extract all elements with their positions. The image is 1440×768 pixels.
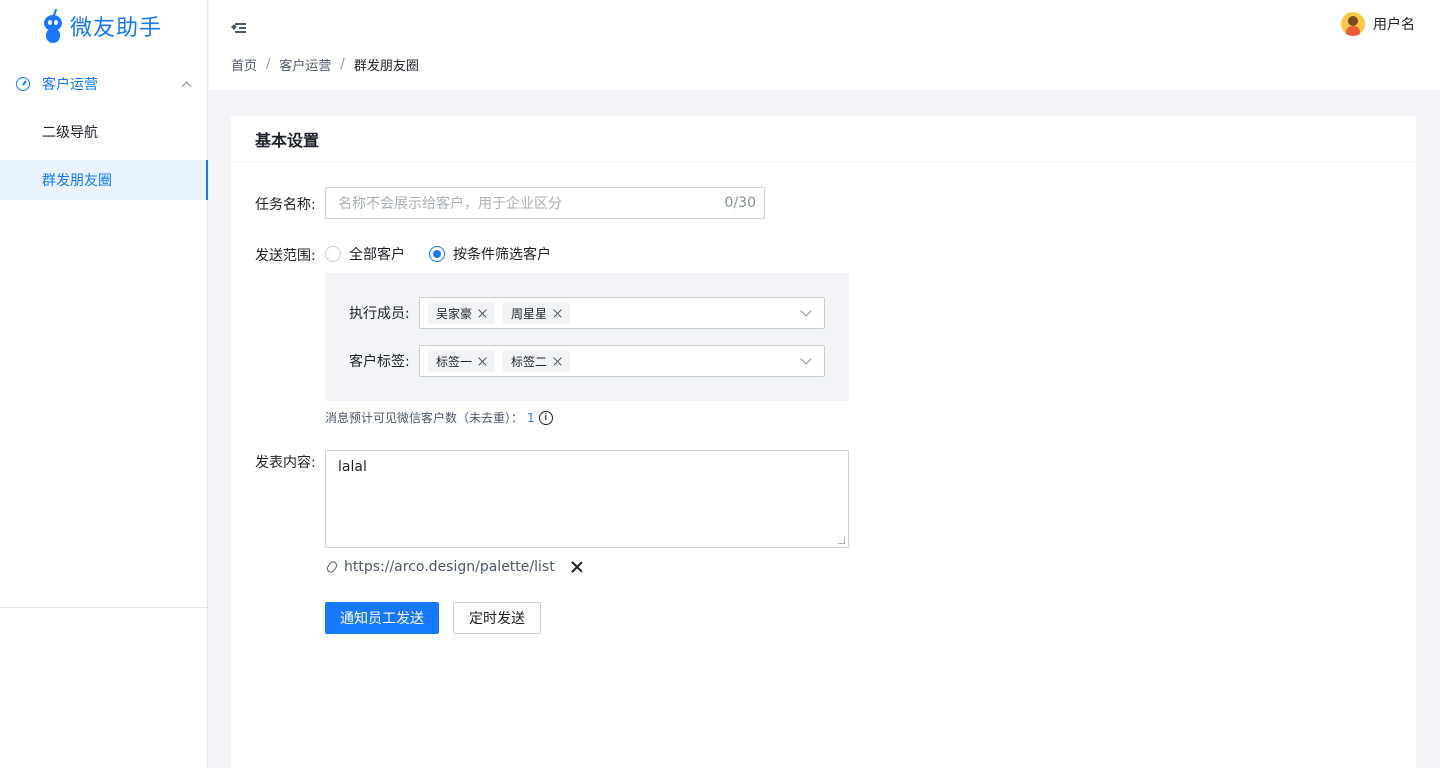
member-tag: 周星星 <box>503 302 571 324</box>
breadcrumb: 首页 / 客户运营 / 群发朋友圈 <box>231 55 419 74</box>
logo-mascot-icon <box>42 8 64 43</box>
chevron-up-icon <box>181 81 192 91</box>
sidebar: 微友助手 客户运营 二级导航 群发朋友圈 <box>0 0 208 768</box>
members-select[interactable]: 吴家豪 周星星 <box>419 297 825 329</box>
scope-label: 发送范围: <box>255 248 316 264</box>
menu-collapse-icon[interactable] <box>231 22 246 34</box>
sidebar-item-secondary-nav[interactable]: 二级导航 <box>0 108 208 156</box>
customer-tag: 标签二 <box>503 350 571 372</box>
sidebar-item-label: 二级导航 <box>42 125 98 141</box>
close-icon[interactable] <box>478 357 487 366</box>
breadcrumb-current: 群发朋友圈 <box>353 59 419 74</box>
breadcrumb-separator: / <box>266 57 271 72</box>
radio-filter-customers[interactable]: 按条件筛选客户 <box>429 244 551 264</box>
sidebar-divider <box>0 607 208 608</box>
paperclip-icon <box>325 559 339 575</box>
close-icon[interactable] <box>478 309 487 318</box>
schedule-send-button[interactable]: 定时发送 <box>453 602 541 634</box>
breadcrumb-separator: / <box>340 57 345 72</box>
tag-text: 标签二 <box>511 354 548 369</box>
radio-circle <box>429 246 445 262</box>
sidebar-group-label: 客户运营 <box>42 77 98 93</box>
members-label: 执行成员: <box>349 306 410 322</box>
task-name-input[interactable]: 名称不会展示给客户，用于企业区分 0/30 <box>325 187 765 219</box>
breadcrumb-home[interactable]: 首页 <box>231 55 257 74</box>
header: 首页 / 客户运营 / 群发朋友圈 用户名 <box>209 0 1440 90</box>
radio-circle <box>325 246 341 262</box>
chevron-down-icon <box>800 353 812 365</box>
attachment-link: https://arco.design/palette/list <box>325 557 583 577</box>
reach-hint: 消息预计可见微信客户数（未去重）： 1 i <box>325 409 553 426</box>
sidebar-menu: 客户运营 二级导航 群发朋友圈 <box>0 60 208 200</box>
radio-all-customers[interactable]: 全部客户 <box>325 244 405 264</box>
remove-attachment-icon[interactable] <box>571 561 583 573</box>
customer-tag: 标签一 <box>428 350 496 372</box>
task-name-label: 任务名称: <box>255 197 316 213</box>
card-title: 基本设置 <box>231 116 1416 162</box>
chevron-down-icon <box>800 305 812 317</box>
user-menu[interactable]: 用户名 <box>1341 12 1415 36</box>
filter-panel: 执行成员: 吴家豪 周星星 客户标签: 标签一 标签二 <box>325 273 849 401</box>
sidebar-item-label: 群发朋友圈 <box>42 173 112 189</box>
customer-tags-label: 客户标签: <box>349 354 410 370</box>
hint-text: 消息预计可见微信客户数（未去重）： <box>325 411 524 425</box>
tag-text: 吴家豪 <box>436 306 473 321</box>
sidebar-group-customer-ops[interactable]: 客户运营 <box>0 60 208 108</box>
user-name: 用户名 <box>1373 17 1415 33</box>
logo-text: 微友助手 <box>70 16 163 41</box>
member-tag: 吴家豪 <box>428 302 496 324</box>
close-icon[interactable] <box>553 309 562 318</box>
content-value: lalal <box>338 459 367 475</box>
sidebar-item-moments-broadcast[interactable]: 群发朋友圈 <box>0 160 208 200</box>
avatar <box>1341 12 1365 36</box>
task-name-placeholder: 名称不会展示给客户，用于企业区分 <box>338 196 562 212</box>
content-textarea[interactable]: lalal <box>325 450 849 548</box>
tag-text: 标签一 <box>436 354 473 369</box>
tag-text: 周星星 <box>511 306 548 321</box>
resize-handle-icon[interactable] <box>838 537 845 544</box>
breadcrumb-customer-ops[interactable]: 客户运营 <box>279 55 331 74</box>
close-icon[interactable] <box>553 357 562 366</box>
attachment-url[interactable]: https://arco.design/palette/list <box>344 559 555 575</box>
info-icon[interactable]: i <box>538 410 553 425</box>
customer-tags-select[interactable]: 标签一 标签二 <box>419 345 825 377</box>
scope-radio-group: 全部客户 按条件筛选客户 <box>325 243 575 265</box>
hint-count: 1 <box>527 410 535 425</box>
notify-staff-button[interactable]: 通知员工发送 <box>325 602 439 634</box>
radio-label: 全部客户 <box>349 247 405 263</box>
content-label: 发表内容: <box>255 455 316 471</box>
logo[interactable]: 微友助手 <box>42 6 162 46</box>
radio-label: 按条件筛选客户 <box>453 247 551 263</box>
task-name-counter: 0/30 <box>724 195 756 211</box>
dashboard-icon <box>16 77 30 91</box>
settings-card: 基本设置 任务名称: 名称不会展示给客户，用于企业区分 0/30 发送范围: 全… <box>231 116 1416 768</box>
